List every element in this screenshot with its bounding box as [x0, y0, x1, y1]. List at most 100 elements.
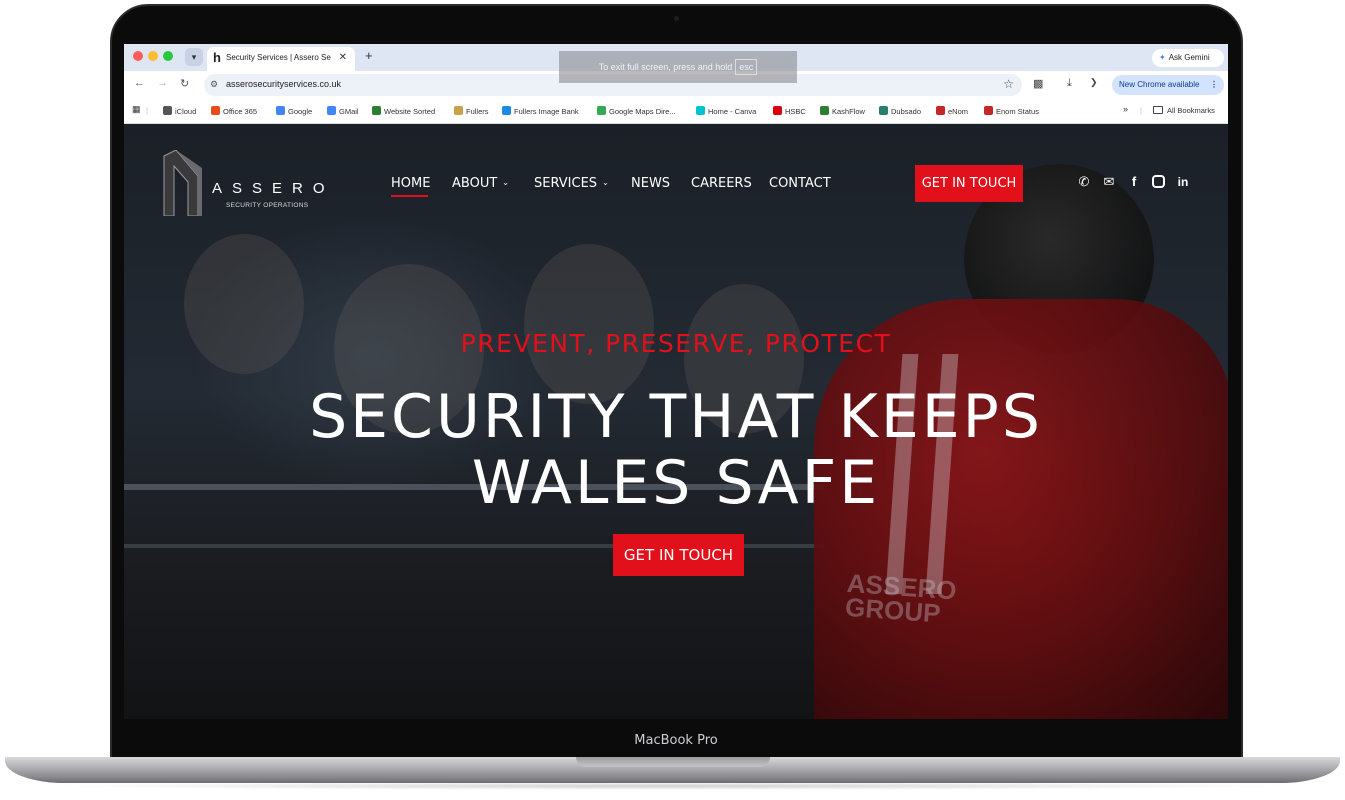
- header-get-in-touch-button[interactable]: GET IN TOUCH: [915, 165, 1023, 202]
- background-photo: [524, 244, 654, 404]
- bookmark-label: GMail: [339, 107, 359, 116]
- laptop-notch: [576, 757, 770, 767]
- site-info-icon[interactable]: ⚙: [210, 79, 218, 90]
- bookmark-label: Fullers Image Bank: [514, 107, 579, 116]
- tab-search-icon[interactable]: ▾: [185, 48, 203, 66]
- bookmark-office-365[interactable]: Office 365: [211, 106, 257, 116]
- close-tab-icon[interactable]: ✕: [339, 52, 347, 63]
- nav-news[interactable]: NEWS: [631, 176, 670, 191]
- back-arrow-icon[interactable]: ←: [134, 77, 145, 89]
- linkedin-icon[interactable]: in: [1175, 174, 1191, 190]
- bookmark-canva[interactable]: Home - Canva: [696, 106, 756, 116]
- hero-headline: SECURITY THAT KEEPS WALES SAFE: [124, 384, 1228, 516]
- instagram-icon[interactable]: [1150, 174, 1166, 190]
- laptop-shadow: [40, 782, 1305, 790]
- bookmark-label: Google Maps Dire...: [609, 107, 676, 116]
- screen: ▾ h Security Services | Assero Se ✕ + ✦ A…: [124, 44, 1228, 719]
- bookmark-label: Home - Canva: [708, 107, 757, 116]
- tab-title: Security Services | Assero Se: [226, 53, 331, 62]
- chrome-update-button[interactable]: New Chrome available ⋮: [1112, 75, 1224, 95]
- esc-key: esc: [735, 59, 758, 75]
- bookmark-icloud[interactable]: iCloud: [163, 106, 196, 116]
- vest-print: ASSERO GROUP: [844, 567, 958, 629]
- bookmark-label: Dubsado: [891, 107, 922, 116]
- image-bank-icon: [502, 106, 511, 115]
- map-pin-icon: [597, 106, 606, 115]
- bookmark-enom-status[interactable]: Enom Status: [984, 106, 1039, 116]
- nav-contact[interactable]: CONTACT: [769, 176, 831, 191]
- bookmark-label: Office 365: [223, 107, 258, 116]
- ask-gemini-label: Ask Gemini: [1168, 53, 1210, 62]
- device-label: MacBook Pro: [634, 733, 718, 748]
- nav-services-label: SERVICES: [534, 176, 598, 191]
- more-menu-icon[interactable]: ⋮: [1210, 75, 1218, 95]
- fullscreen-toast-text: To exit full screen, press and hold: [598, 62, 733, 72]
- ask-gemini-button[interactable]: ✦ Ask Gemini: [1152, 49, 1224, 67]
- nav-services[interactable]: SERVICES ⌄: [534, 176, 609, 191]
- bookmark-fullers-image-bank[interactable]: Fullers Image Bank: [502, 106, 579, 116]
- microsoft-icon: [211, 106, 220, 115]
- email-icon[interactable]: ✉: [1101, 174, 1117, 190]
- chevron-down-icon: ⌄: [602, 178, 609, 187]
- camera-icon: [674, 16, 679, 21]
- dubsado-icon: [879, 106, 888, 115]
- hero-section: ASSERO GROUP ASSERO SECURITY OPERATIONS …: [124, 124, 1228, 719]
- website-sorted-icon: [372, 106, 381, 115]
- bookmark-website-sorted[interactable]: Website Sorted: [372, 106, 435, 116]
- logo-subtitle: SECURITY OPERATIONS: [226, 202, 309, 209]
- facebook-icon[interactable]: f: [1126, 174, 1142, 190]
- nav-active-indicator: [391, 195, 428, 197]
- google-icon: [327, 106, 336, 115]
- nav-home[interactable]: HOME: [391, 176, 430, 191]
- chevron-down-icon: ⌄: [502, 178, 509, 187]
- bookmark-label: KashFlow: [832, 107, 865, 116]
- fullscreen-toast: To exit full screen, press and hold esc: [559, 51, 797, 83]
- bookmark-label: HSBC: [785, 107, 806, 116]
- phone-icon[interactable]: ✆: [1076, 174, 1092, 190]
- bookmark-label: iCloud: [175, 107, 197, 116]
- enom-icon: [984, 106, 993, 115]
- hsbc-icon: [773, 106, 782, 115]
- fullers-icon: [454, 106, 463, 115]
- bookmark-google-maps[interactable]: Google Maps Dire...: [597, 106, 676, 116]
- all-bookmarks-button[interactable]: All Bookmarks: [1153, 106, 1215, 115]
- bookmark-hsbc[interactable]: HSBC: [773, 106, 806, 116]
- bookmark-fullers[interactable]: Fullers: [454, 106, 489, 116]
- download-icon[interactable]: ⤓: [1067, 77, 1072, 90]
- close-window-icon[interactable]: [133, 51, 143, 61]
- hero-headline-line-1: SECURITY THAT KEEPS: [309, 382, 1043, 452]
- reload-icon[interactable]: ↻: [180, 77, 189, 90]
- bookmark-google[interactable]: Google: [276, 106, 312, 116]
- bookmark-label: Google: [288, 107, 313, 116]
- extension-pin-icon[interactable]: ❯: [1090, 77, 1098, 88]
- site-favicon-icon: h: [213, 50, 221, 65]
- bookmark-kashflow[interactable]: KashFlow: [820, 106, 865, 116]
- instagram-icon-shape: [1151, 175, 1165, 188]
- apple-icon: [163, 106, 172, 115]
- folder-icon: [1153, 106, 1163, 114]
- extensions-icon[interactable]: ▩: [1033, 77, 1043, 90]
- hero-get-in-touch-button[interactable]: GET IN TOUCH: [613, 534, 744, 576]
- bookmarks-bar: ▦ | iCloud Office 365 Google GMail Websi…: [124, 98, 1228, 124]
- bookmark-dubsado[interactable]: Dubsado: [879, 106, 921, 116]
- new-tab-button[interactable]: +: [365, 48, 373, 63]
- minimize-window-icon[interactable]: [148, 51, 158, 61]
- nav-careers[interactable]: CAREERS: [691, 176, 752, 191]
- forward-arrow-icon[interactable]: →: [157, 77, 168, 89]
- bookmark-label: Website Sorted: [384, 107, 436, 116]
- nav-about[interactable]: ABOUT ⌄: [452, 176, 509, 191]
- bookmark-star-icon[interactable]: ☆: [1003, 77, 1014, 91]
- bookmark-gmail[interactable]: GMail: [327, 106, 359, 116]
- logo-wordmark: ASSERO: [212, 180, 335, 197]
- google-icon: [276, 106, 285, 115]
- hero-tagline: PREVENT, PRESERVE, PROTECT: [460, 329, 892, 358]
- bookmark-enom[interactable]: eNom: [936, 106, 968, 116]
- browser-tab[interactable]: h Security Services | Assero Se ✕: [207, 47, 355, 71]
- bar-chart-icon: [820, 106, 829, 115]
- site-logo[interactable]: ASSERO SECURITY OPERATIONS: [162, 150, 332, 216]
- assero-logo-icon: [163, 150, 202, 216]
- maximize-window-icon[interactable]: [163, 51, 173, 61]
- bookmarks-overflow-icon[interactable]: »: [1123, 104, 1128, 114]
- enom-icon: [936, 106, 945, 115]
- apps-grid-icon[interactable]: ▦: [132, 104, 141, 115]
